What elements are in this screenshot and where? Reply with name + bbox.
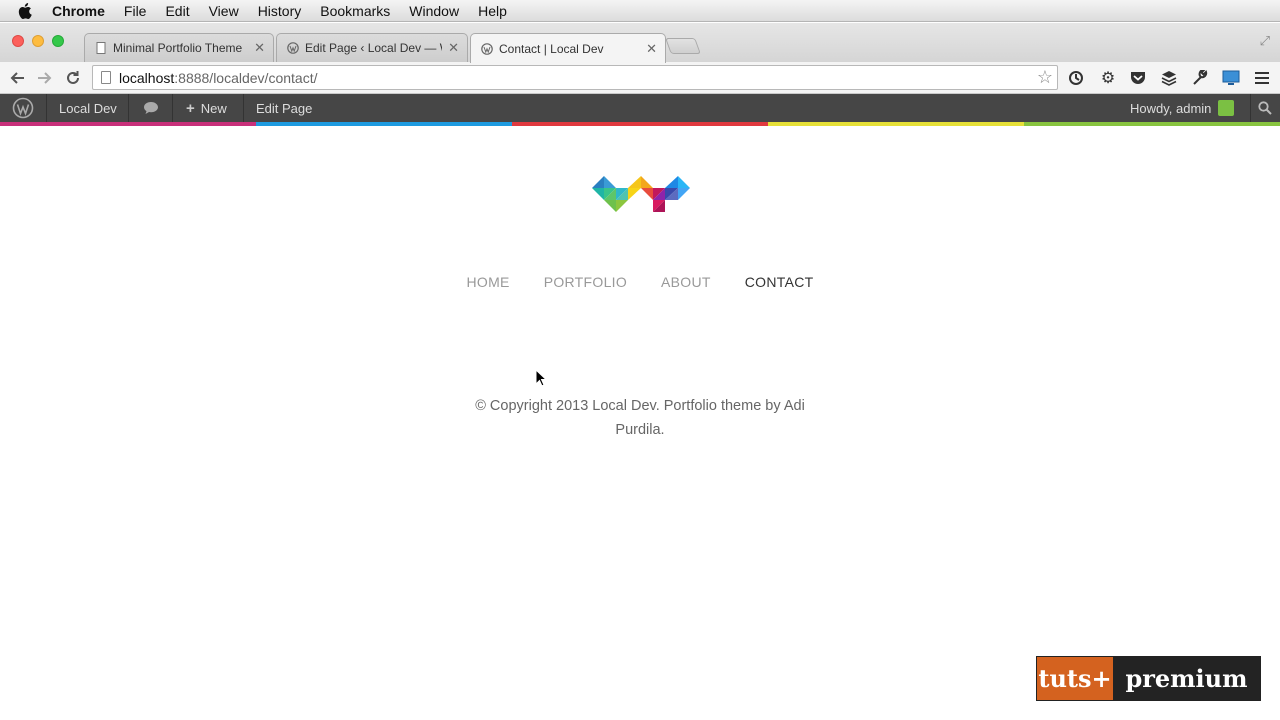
menu-window[interactable]: Window [409, 0, 459, 22]
admin-color-strip [0, 122, 1280, 126]
browser-toolbar: localhost :8888/localdev/contact/ ☆ ⚙ [0, 62, 1280, 94]
tab-edit-page[interactable]: Edit Page ‹ Local Dev — Wo ✕ [276, 33, 468, 62]
back-icon[interactable] [6, 67, 28, 89]
edit-page-link[interactable]: Edit Page [256, 94, 312, 122]
new-label: New [200, 100, 227, 116]
color-strip-segment [768, 122, 1024, 126]
plus-icon: + [186, 99, 195, 117]
wrench-icon[interactable] [1190, 68, 1210, 88]
address-bar[interactable]: localhost :8888/localdev/contact/ ☆ [92, 65, 1058, 90]
tab-title: Edit Page ‹ Local Dev — Wo [305, 41, 442, 55]
howdy-label: Howdy, admin [1130, 100, 1212, 116]
wordpress-icon [287, 42, 299, 54]
new-content-button[interactable]: + New [186, 94, 227, 122]
url-path: :8888/localdev/contact/ [174, 69, 318, 86]
hamburger-menu-icon[interactable] [1252, 68, 1272, 88]
reload-icon[interactable] [62, 67, 84, 89]
url-host: localhost [119, 69, 175, 86]
buffer-icon[interactable] [1159, 68, 1179, 88]
nav-about[interactable]: ABOUT [661, 274, 711, 290]
menu-file[interactable]: File [124, 0, 147, 22]
mouse-cursor-icon [535, 369, 547, 387]
apple-icon[interactable] [18, 2, 38, 19]
tab-title: Minimal Portfolio Theme [113, 41, 243, 55]
site-logo[interactable] [592, 170, 690, 218]
close-icon[interactable]: ✕ [254, 40, 265, 56]
badge-right: premium [1113, 657, 1260, 700]
close-icon[interactable]: ✕ [448, 40, 459, 56]
nav-portfolio[interactable]: PORTFOLIO [544, 274, 627, 290]
wp-admin-bar: Local Dev + New Edit Page Howdy, admin [0, 94, 1280, 122]
page-icon [101, 71, 111, 84]
avatar [1218, 100, 1235, 116]
nav-contact[interactable]: CONTACT [745, 274, 814, 290]
site-footer-copyright: © Copyright 2013 Local Dev. Portfolio th… [475, 398, 805, 438]
sync-icon[interactable] [1066, 68, 1086, 88]
badge-left: tuts+ [1037, 657, 1113, 700]
screen-icon[interactable] [1221, 68, 1241, 88]
fullscreen-icon[interactable]: ⤢ [1260, 33, 1270, 49]
star-icon[interactable]: ☆ [1037, 67, 1053, 88]
tab-contact-local-dev[interactable]: Contact | Local Dev ✕ [470, 33, 666, 63]
menu-history[interactable]: History [258, 0, 302, 22]
menu-app-chrome[interactable]: Chrome [52, 0, 105, 22]
window-zoom-button[interactable] [52, 35, 64, 47]
forward-icon[interactable] [34, 67, 56, 89]
window-minimize-button[interactable] [32, 35, 44, 47]
wordpress-icon[interactable] [12, 94, 34, 122]
admin-site-name[interactable]: Local Dev [59, 94, 117, 122]
menu-view[interactable]: View [209, 0, 239, 22]
nav-home[interactable]: HOME [466, 274, 509, 290]
tab-strip: Minimal Portfolio Theme ✕ Edit Page ‹ Lo… [0, 23, 1280, 63]
menu-edit[interactable]: Edit [165, 0, 189, 22]
color-strip-segment [512, 122, 768, 126]
tab-title: Contact | Local Dev [499, 41, 604, 56]
color-strip-segment [0, 122, 256, 126]
gear-icon[interactable]: ⚙ [1098, 68, 1118, 88]
tab-minimal-portfolio-theme[interactable]: Minimal Portfolio Theme ✕ [84, 33, 274, 62]
new-tab-button[interactable] [665, 38, 701, 54]
color-strip-segment [1024, 122, 1280, 126]
site-navigation: HOME PORTFOLIO ABOUT CONTACT [0, 274, 1280, 290]
menu-help[interactable]: Help [478, 0, 507, 22]
color-strip-segment [256, 122, 512, 126]
howdy-admin-menu[interactable]: Howdy, admin [1130, 94, 1235, 122]
tuts-premium-watermark: tuts+ premium [1036, 656, 1261, 701]
pocket-icon[interactable] [1128, 68, 1148, 88]
search-icon[interactable] [1258, 94, 1272, 122]
macos-menubar: Chrome File Edit View History Bookmarks … [0, 0, 1280, 22]
comment-icon[interactable] [143, 94, 159, 122]
menu-bookmarks[interactable]: Bookmarks [320, 0, 390, 22]
wordpress-icon [481, 42, 493, 55]
window-close-button[interactable] [12, 35, 24, 47]
close-icon[interactable]: ✕ [646, 41, 657, 57]
page-icon [95, 42, 107, 54]
